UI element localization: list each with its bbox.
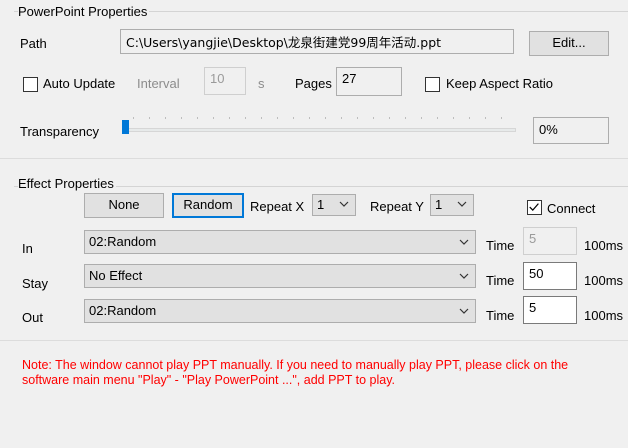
interval-field[interactable]: 10	[204, 67, 246, 95]
auto-update-label: Auto Update	[43, 76, 116, 91]
transparency-label: Transparency	[20, 124, 99, 139]
out-time-unit: 100ms	[584, 308, 624, 323]
stay-label: Stay	[22, 276, 49, 291]
transparency-slider-thumb[interactable]	[122, 120, 129, 134]
section-divider	[0, 158, 628, 159]
effect-group-title: Effect Properties	[18, 176, 116, 191]
interval-unit: s	[258, 76, 265, 91]
chevron-down-icon	[459, 239, 469, 245]
keep-aspect-ratio-checkbox[interactable]	[425, 77, 440, 92]
checkmark-icon	[529, 203, 539, 211]
connect-label: Connect	[547, 201, 596, 216]
path-field[interactable]: C:\Users\yangjie\Desktop\龙泉街建党99周年活动.ppt	[120, 29, 514, 54]
stay-effect-value: No Effect	[89, 268, 143, 283]
connect-checkbox[interactable]	[527, 200, 542, 215]
path-label: Path	[20, 36, 47, 51]
repeat-x-label: Repeat X	[250, 199, 305, 214]
chevron-down-icon	[459, 273, 469, 279]
stay-time-field[interactable]: 50	[523, 262, 577, 290]
stay-effect-dropdown[interactable]: No Effect	[84, 264, 476, 288]
chevron-down-icon	[459, 308, 469, 314]
repeat-x-dropdown[interactable]: 1	[312, 194, 356, 216]
random-button[interactable]: Random	[172, 193, 244, 218]
in-time-label: Time	[486, 238, 515, 253]
interval-label: Interval	[137, 76, 180, 91]
stay-time-label: Time	[486, 273, 515, 288]
chevron-down-icon	[457, 201, 467, 207]
in-effect-value: 02:Random	[89, 234, 157, 249]
stay-time-unit: 100ms	[584, 273, 624, 288]
in-effect-dropdown[interactable]: 02:Random	[84, 230, 476, 254]
chevron-down-icon	[339, 201, 349, 207]
repeat-x-value: 1	[317, 197, 325, 212]
powerpoint-group-title: PowerPoint Properties	[18, 4, 150, 19]
edit-button[interactable]: Edit...	[529, 31, 609, 56]
transparency-slider-ticks	[133, 117, 517, 119]
repeat-y-label: Repeat Y	[370, 199, 424, 214]
in-time-unit: 100ms	[584, 238, 624, 253]
pages-label: Pages	[295, 76, 332, 91]
auto-update-checkbox[interactable]	[23, 77, 38, 92]
repeat-y-dropdown[interactable]: 1	[430, 194, 474, 216]
keep-aspect-ratio-label: Keep Aspect Ratio	[446, 76, 553, 91]
none-button[interactable]: None	[84, 193, 164, 218]
in-label: In	[22, 241, 33, 256]
out-time-field[interactable]: 5	[523, 296, 577, 324]
section-divider-bottom	[0, 340, 628, 341]
transparency-slider-track[interactable]	[122, 128, 516, 132]
pages-field: 27	[336, 67, 402, 96]
note-text: Note: The window cannot play PPT manuall…	[22, 358, 569, 387]
repeat-y-value: 1	[435, 197, 443, 212]
transparency-value-field: 0%	[533, 117, 609, 144]
out-effect-value: 02:Random	[89, 303, 157, 318]
in-time-field[interactable]: 5	[523, 227, 577, 255]
out-time-label: Time	[486, 308, 515, 323]
out-effect-dropdown[interactable]: 02:Random	[84, 299, 476, 323]
out-label: Out	[22, 310, 43, 325]
